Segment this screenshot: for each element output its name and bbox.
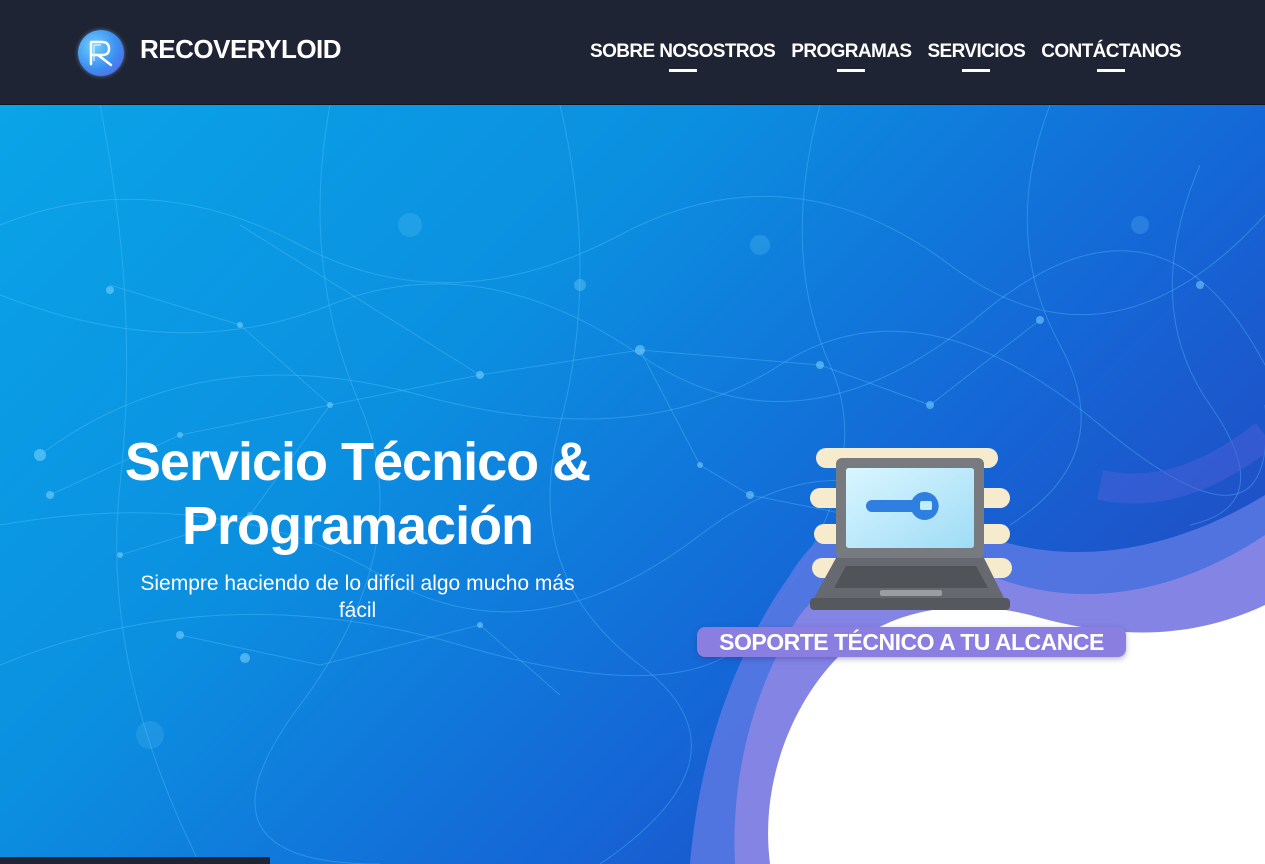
site-header: RECOVERYLOID SOBRE NOSOSTROS PROGRAMAS S… [0, 0, 1265, 105]
nav-item-label: SERVICIOS [927, 41, 1026, 62]
nav-item-contactanos[interactable]: CONTÁCTANOS [1041, 41, 1182, 81]
nav-item-sobre-nosotros[interactable]: SOBRE NOSOSTROS [590, 41, 776, 81]
bottom-bar [0, 857, 270, 864]
landing-page: RECOVERYLOID SOBRE NOSOSTROS PROGRAMAS S… [0, 0, 1265, 864]
logo-icon[interactable] [78, 30, 124, 76]
nav-underline [1097, 69, 1126, 72]
nav-underline [668, 69, 697, 72]
nav-item-label: CONTÁCTANOS [1041, 41, 1181, 62]
hero-section: Servicio Técnico & Programación Siempre … [0, 105, 1265, 864]
nav-item-servicios[interactable]: SERVICIOS [927, 41, 1026, 81]
nav-underline [962, 69, 991, 72]
brand-name[interactable]: RECOVERYLOID [140, 34, 342, 65]
support-badge: SOPORTE TÉCNICO A TU ALCANCE [697, 627, 1126, 657]
laptop-wrench-icon [810, 448, 1012, 610]
nav-item-label: PROGRAMAS [791, 41, 912, 62]
main-nav: SOBRE NOSOSTROS PROGRAMAS SERVICIOS CONT… [590, 41, 1197, 81]
nav-item-label: SOBRE NOSOSTROS [590, 41, 776, 62]
decorative-wave [690, 423, 1265, 864]
nav-underline [837, 69, 866, 72]
nav-item-programas[interactable]: PROGRAMAS [791, 41, 912, 81]
